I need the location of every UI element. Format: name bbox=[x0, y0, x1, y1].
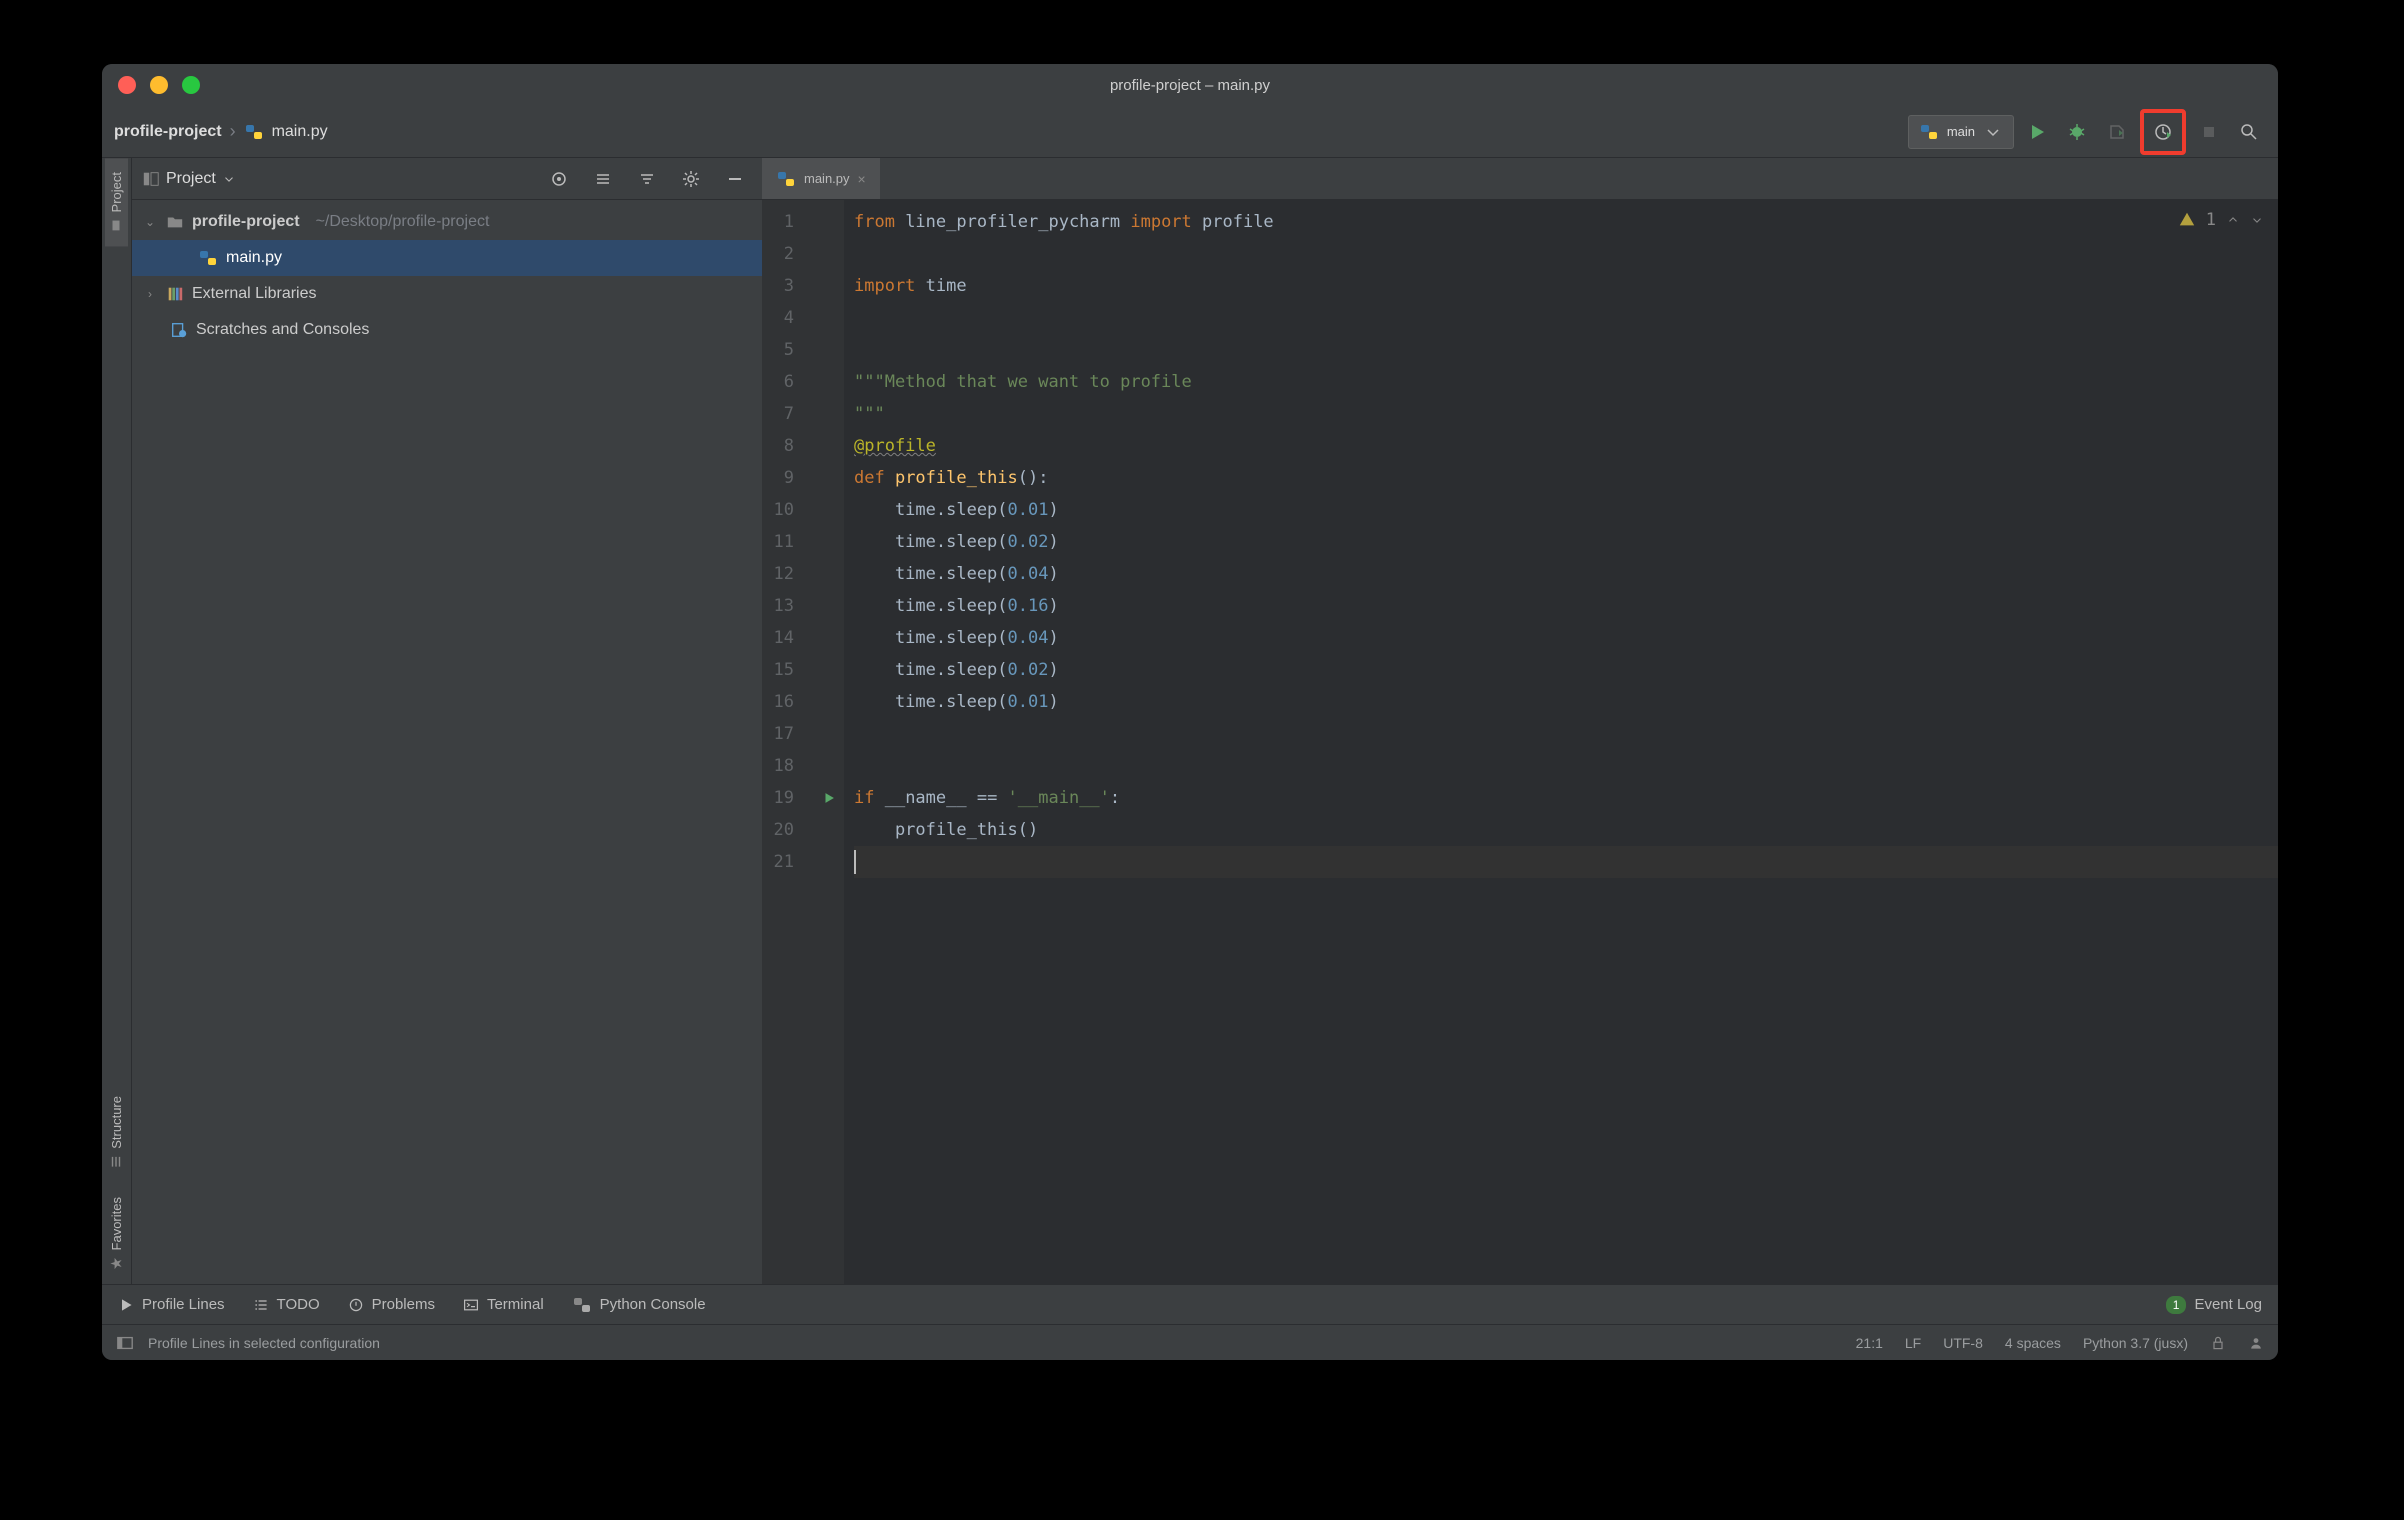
window-controls bbox=[118, 76, 200, 94]
close-window-button[interactable] bbox=[118, 76, 136, 94]
indent-setting[interactable]: 4 spaces bbox=[2005, 1335, 2061, 1351]
tree-external-libraries[interactable]: › External Libraries bbox=[132, 276, 762, 312]
tree-root-label: profile-project bbox=[192, 213, 300, 231]
breadcrumb: profile-project › main.py bbox=[114, 121, 328, 142]
folder-icon bbox=[166, 213, 184, 231]
terminal-tool[interactable]: Terminal bbox=[463, 1296, 544, 1313]
run-with-coverage-button[interactable] bbox=[2100, 115, 2134, 149]
titlebar: profile-project – main.py bbox=[102, 64, 2278, 106]
line-separator[interactable]: LF bbox=[1905, 1335, 1921, 1351]
project-tree: ⌄ profile-project ~/Desktop/profile-proj… bbox=[132, 200, 762, 1284]
inspection-widget[interactable]: 1 bbox=[2178, 210, 2264, 230]
terminal-icon bbox=[463, 1297, 479, 1313]
expand-arrow-icon: › bbox=[142, 287, 158, 301]
zoom-window-button[interactable] bbox=[182, 76, 200, 94]
caret-position[interactable]: 21:1 bbox=[1856, 1335, 1883, 1351]
status-message: Profile Lines in selected configuration bbox=[148, 1335, 380, 1351]
profile-lines-tool[interactable]: Profile Lines bbox=[118, 1296, 225, 1313]
python-icon bbox=[572, 1295, 592, 1315]
window-title: profile-project – main.py bbox=[1110, 77, 1270, 94]
warning-count: 1 bbox=[2206, 210, 2216, 230]
profile-button[interactable] bbox=[2146, 115, 2180, 149]
minimize-window-button[interactable] bbox=[150, 76, 168, 94]
collapse-all-button[interactable] bbox=[630, 162, 664, 196]
tree-scratches[interactable]: Scratches and Consoles bbox=[132, 312, 762, 348]
select-opened-file-button[interactable] bbox=[542, 162, 576, 196]
breadcrumb-file[interactable]: main.py bbox=[272, 123, 328, 141]
status-right: 21:1 LF UTF-8 4 spaces Python 3.7 (jusx) bbox=[1856, 1335, 2264, 1351]
list-icon bbox=[253, 1297, 269, 1313]
chevron-down-icon[interactable] bbox=[2250, 213, 2264, 227]
project-panel: Project ⌄ profile-project ~/Desktop/prof… bbox=[132, 158, 762, 1284]
tree-external-label: External Libraries bbox=[192, 285, 317, 303]
editor: main.py × 123456789101112131415161718192… bbox=[762, 158, 2278, 1284]
problems-tool[interactable]: Problems bbox=[348, 1296, 435, 1313]
close-tab-icon[interactable]: × bbox=[858, 171, 866, 187]
todo-tool[interactable]: TODO bbox=[253, 1296, 320, 1313]
gutter: 123456789101112131415161718192021 bbox=[762, 200, 814, 1284]
editor-tab-main[interactable]: main.py × bbox=[762, 158, 880, 199]
profile-button-highlight bbox=[2140, 109, 2186, 155]
stop-button[interactable] bbox=[2192, 115, 2226, 149]
structure-tool-label: Structure bbox=[109, 1096, 124, 1149]
warning-icon bbox=[2178, 211, 2196, 229]
python-file-icon bbox=[776, 169, 796, 189]
tree-root[interactable]: ⌄ profile-project ~/Desktop/profile-proj… bbox=[132, 204, 762, 240]
file-encoding[interactable]: UTF-8 bbox=[1943, 1335, 1983, 1351]
editor-tab-label: main.py bbox=[804, 171, 850, 186]
breadcrumb-separator-icon: › bbox=[230, 121, 236, 142]
breadcrumb-project[interactable]: profile-project bbox=[114, 123, 222, 141]
python-file-icon bbox=[198, 248, 218, 268]
chevron-down-icon bbox=[222, 172, 236, 186]
settings-button[interactable] bbox=[674, 162, 708, 196]
library-icon bbox=[166, 285, 184, 303]
expand-arrow-icon: ⌄ bbox=[142, 215, 158, 229]
toolbar-right: main bbox=[1908, 109, 2266, 155]
project-panel-header: Project bbox=[132, 158, 762, 200]
chevron-up-icon[interactable] bbox=[2226, 213, 2240, 227]
status-bar: Profile Lines in selected configuration … bbox=[102, 1324, 2278, 1360]
tree-scratches-label: Scratches and Consoles bbox=[196, 321, 369, 339]
left-tool-rail: Project Structure Favorites bbox=[102, 158, 132, 1284]
tree-file-main[interactable]: main.py bbox=[132, 240, 762, 276]
tool-window-toggle-icon[interactable] bbox=[116, 1334, 134, 1352]
notification-badge: 1 bbox=[2166, 1296, 2187, 1314]
marker-gutter bbox=[814, 200, 844, 1284]
main-body: Project Structure Favorites Project bbox=[102, 158, 2278, 1284]
code-area[interactable]: 123456789101112131415161718192021 from l… bbox=[762, 200, 2278, 1284]
event-log-tool[interactable]: 1 Event Log bbox=[2166, 1296, 2262, 1314]
play-icon bbox=[118, 1297, 134, 1313]
project-tool-label: Project bbox=[109, 172, 124, 212]
search-everywhere-button[interactable] bbox=[2232, 115, 2266, 149]
structure-tool-tab[interactable]: Structure bbox=[105, 1082, 128, 1183]
python-file-icon bbox=[244, 122, 264, 142]
scratches-icon bbox=[170, 321, 188, 339]
navigation-bar: profile-project › main.py main bbox=[102, 106, 2278, 158]
lock-icon[interactable] bbox=[2210, 1335, 2226, 1351]
problems-icon bbox=[348, 1297, 364, 1313]
code-content[interactable]: from line_profiler_pycharm import profil… bbox=[844, 200, 2278, 1284]
tree-file-label: main.py bbox=[226, 249, 282, 267]
project-tool-tab[interactable]: Project bbox=[105, 158, 128, 246]
chevron-down-icon bbox=[1983, 122, 2003, 142]
hide-panel-button[interactable] bbox=[718, 162, 752, 196]
python-console-tool[interactable]: Python Console bbox=[572, 1295, 706, 1315]
python-interpreter[interactable]: Python 3.7 (jusx) bbox=[2083, 1335, 2188, 1351]
project-view-icon bbox=[142, 170, 160, 188]
python-icon bbox=[1919, 122, 1939, 142]
favorites-tool-tab[interactable]: Favorites bbox=[105, 1183, 128, 1284]
debug-button[interactable] bbox=[2060, 115, 2094, 149]
run-button[interactable] bbox=[2020, 115, 2054, 149]
project-panel-title[interactable]: Project bbox=[142, 170, 236, 188]
ide-window: profile-project – main.py profile-projec… bbox=[102, 64, 2278, 1360]
run-config-name: main bbox=[1947, 124, 1975, 139]
run-configuration-selector[interactable]: main bbox=[1908, 115, 2014, 149]
inspection-profile-icon[interactable] bbox=[2248, 1335, 2264, 1351]
expand-all-button[interactable] bbox=[586, 162, 620, 196]
favorites-tool-label: Favorites bbox=[109, 1197, 124, 1250]
bottom-tool-bar: Profile Lines TODO Problems Terminal Pyt… bbox=[102, 1284, 2278, 1324]
tree-root-path: ~/Desktop/profile-project bbox=[316, 213, 490, 231]
editor-tabs: main.py × bbox=[762, 158, 2278, 200]
